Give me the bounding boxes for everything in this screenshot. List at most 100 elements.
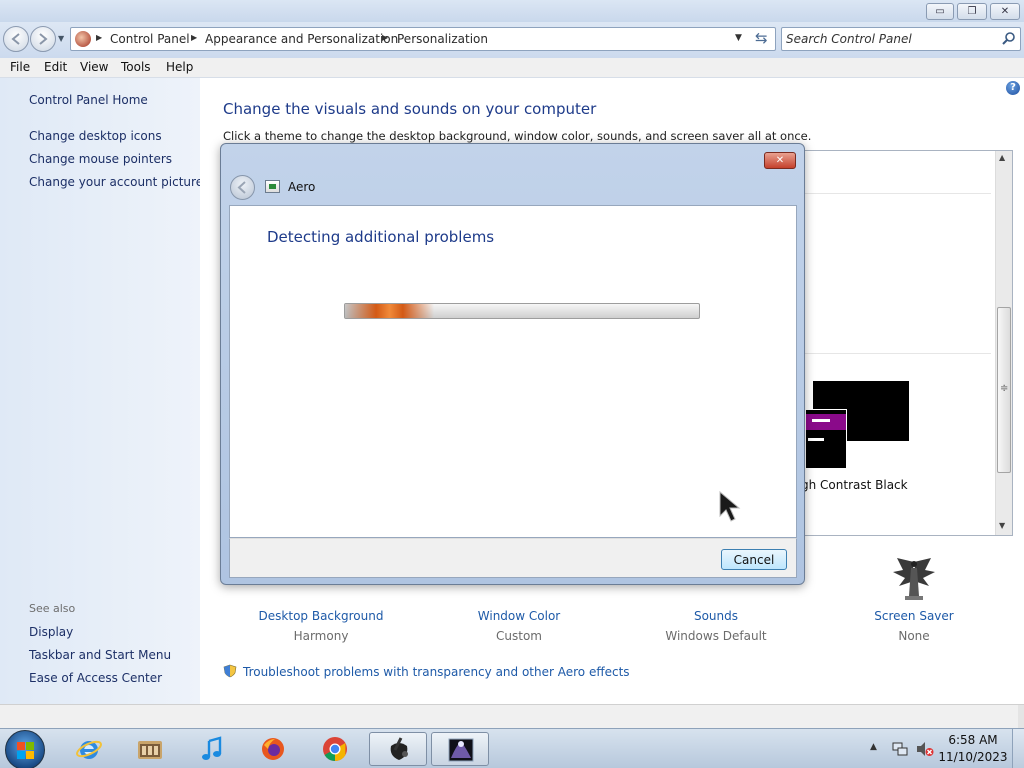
taskbar-internet-explorer[interactable]	[60, 732, 118, 766]
high-contrast-black-window-preview[interactable]	[805, 409, 847, 469]
show-desktop-button[interactable]	[1012, 729, 1024, 768]
menu-edit[interactable]: Edit	[44, 60, 67, 74]
display-link[interactable]: Display	[29, 625, 73, 639]
dialog-title: Aero	[288, 180, 316, 194]
troubleshoot-aero-link[interactable]: Troubleshoot problems with transparency …	[223, 664, 630, 679]
dialog-body: Detecting additional problems	[229, 205, 797, 538]
change-mouse-pointers-link[interactable]: Change mouse pointers	[29, 152, 172, 166]
ease-of-access-link[interactable]: Ease of Access Center	[29, 671, 162, 685]
status-bar-resize-grip[interactable]	[1018, 705, 1024, 729]
folder-icon	[138, 741, 162, 759]
windows-logo-icon	[17, 751, 25, 759]
progress-bar	[344, 303, 700, 319]
search-input[interactable]	[786, 30, 996, 48]
address-row: ▼ ▶ Control Panel ▶ Appearance and Perso…	[0, 22, 1024, 58]
breadcrumb-personalization[interactable]: Personalization	[397, 32, 488, 46]
windows-logo-icon	[26, 742, 34, 750]
menu-tools[interactable]: Tools	[121, 60, 151, 74]
taskbar-chrome[interactable]	[306, 732, 364, 766]
taskbar-start-menu-link[interactable]: Taskbar and Start Menu	[29, 648, 171, 662]
cancel-button[interactable]: Cancel	[721, 549, 787, 570]
desktop-background-label[interactable]: Desktop Background	[241, 609, 401, 623]
taskbar-firefox[interactable]	[244, 732, 302, 766]
search-box[interactable]	[781, 27, 1021, 51]
scroll-grip-icon: ≑	[1000, 383, 1009, 394]
maximize-button[interactable]: ❐	[957, 3, 987, 20]
menu-bar: File Edit View Tools Help	[0, 58, 1024, 78]
mouse-pointer-icon	[719, 490, 741, 522]
close-window-button[interactable]: ✕	[990, 3, 1020, 20]
refresh-icon[interactable]: ⇆	[755, 29, 768, 47]
theme-list-scrollbar[interactable]: ▲ ≑ ▼	[995, 151, 1012, 535]
taskbar-itunes[interactable]	[183, 732, 241, 766]
volume-muted-icon[interactable]	[916, 741, 934, 757]
scroll-up-icon[interactable]: ▲	[999, 153, 1005, 162]
screen-saver-label[interactable]: Screen Saver	[834, 609, 994, 623]
shield-icon	[223, 664, 237, 678]
breadcrumb-arrow-icon[interactable]: ▶	[96, 33, 102, 42]
window-color-value: Custom	[496, 629, 542, 643]
forward-arrow-icon	[39, 33, 48, 45]
menu-help[interactable]: Help	[166, 60, 193, 74]
windows-logo-icon	[17, 742, 25, 750]
page-description: Click a theme to change the desktop back…	[223, 129, 812, 143]
sounds-value: Windows Default	[665, 629, 767, 643]
screen-saver-angel-icon[interactable]	[891, 556, 937, 604]
see-also-heading: See also	[29, 602, 76, 615]
theme-divider	[805, 353, 991, 354]
start-button[interactable]	[5, 730, 45, 768]
address-history-dropdown-icon[interactable]: ▼	[735, 33, 742, 43]
back-arrow-icon	[11, 33, 20, 45]
task-pane: Control Panel Home Change desktop icons …	[0, 78, 203, 704]
dialog-close-button[interactable]: ✕	[764, 152, 796, 169]
screen-saver-value: None	[898, 629, 930, 643]
menu-view[interactable]: View	[80, 60, 108, 74]
menu-file[interactable]: File	[10, 60, 30, 74]
personalization-window-icon	[448, 738, 474, 762]
breadcrumb-appearance[interactable]: Appearance and Personalization	[205, 32, 398, 46]
troubleshoot-aero-link-text[interactable]: Troubleshoot problems with transparency …	[243, 665, 630, 679]
troubleshooter-icon-badge	[269, 184, 276, 189]
back-button[interactable]	[3, 26, 29, 52]
change-desktop-icons-link[interactable]: Change desktop icons	[29, 129, 162, 143]
taskbar-personalization-window[interactable]	[431, 732, 489, 766]
scrollbar-thumb[interactable]: ≑	[997, 307, 1011, 473]
network-icon[interactable]	[892, 741, 908, 757]
dialog-footer: Cancel	[229, 538, 797, 578]
help-icon[interactable]: ?	[1006, 81, 1020, 95]
theme-label-high-contrast-black[interactable]: gh Contrast Black	[801, 478, 908, 492]
control-panel-home-link[interactable]: Control Panel Home	[29, 93, 148, 107]
internet-explorer-icon	[76, 740, 102, 759]
clock-date[interactable]: 11/10/2023	[938, 750, 1008, 764]
firefox-icon	[262, 738, 284, 760]
search-icon[interactable]	[1002, 31, 1016, 45]
control-panel-icon	[75, 31, 91, 47]
theme-list[interactable]: gh Contrast Black ▲ ≑ ▼	[801, 150, 1013, 536]
paint-brush-icon	[390, 737, 408, 760]
breadcrumb-arrow-icon[interactable]: ▶	[191, 33, 197, 42]
address-bar[interactable]: ▶ Control Panel ▶ Appearance and Persona…	[70, 27, 776, 51]
taskbar-paint-app[interactable]	[369, 732, 427, 766]
recent-pages-dropdown-icon[interactable]: ▼	[58, 34, 64, 43]
chrome-icon	[323, 737, 347, 761]
scroll-down-icon[interactable]: ▼	[999, 521, 1005, 530]
forward-button[interactable]	[30, 26, 56, 52]
change-account-picture-link[interactable]: Change your account picture	[29, 175, 203, 189]
theme-divider	[805, 193, 991, 194]
taskbar-file-explorer[interactable]	[121, 732, 179, 766]
minimize-button[interactable]: ▭	[926, 3, 954, 20]
preview-text-line	[812, 419, 830, 422]
dialog-status-heading: Detecting additional problems	[267, 228, 495, 246]
show-hidden-icons-icon[interactable]: ▲	[870, 742, 877, 752]
clock-time[interactable]: 6:58 AM	[938, 733, 1008, 747]
sounds-label[interactable]: Sounds	[636, 609, 796, 623]
window-color-label[interactable]: Window Color	[439, 609, 599, 623]
dialog-back-button[interactable]	[230, 175, 255, 200]
breadcrumb-control-panel[interactable]: Control Panel	[110, 32, 190, 46]
breadcrumb-arrow-icon[interactable]: ▶	[382, 33, 388, 42]
windows-logo-icon	[26, 751, 34, 759]
window-title-bar: ▭ ❐ ✕	[0, 0, 1024, 22]
preview-text-line	[808, 438, 824, 441]
progress-bar-marquee	[345, 304, 434, 318]
page-title: Change the visuals and sounds on your co…	[223, 100, 597, 118]
